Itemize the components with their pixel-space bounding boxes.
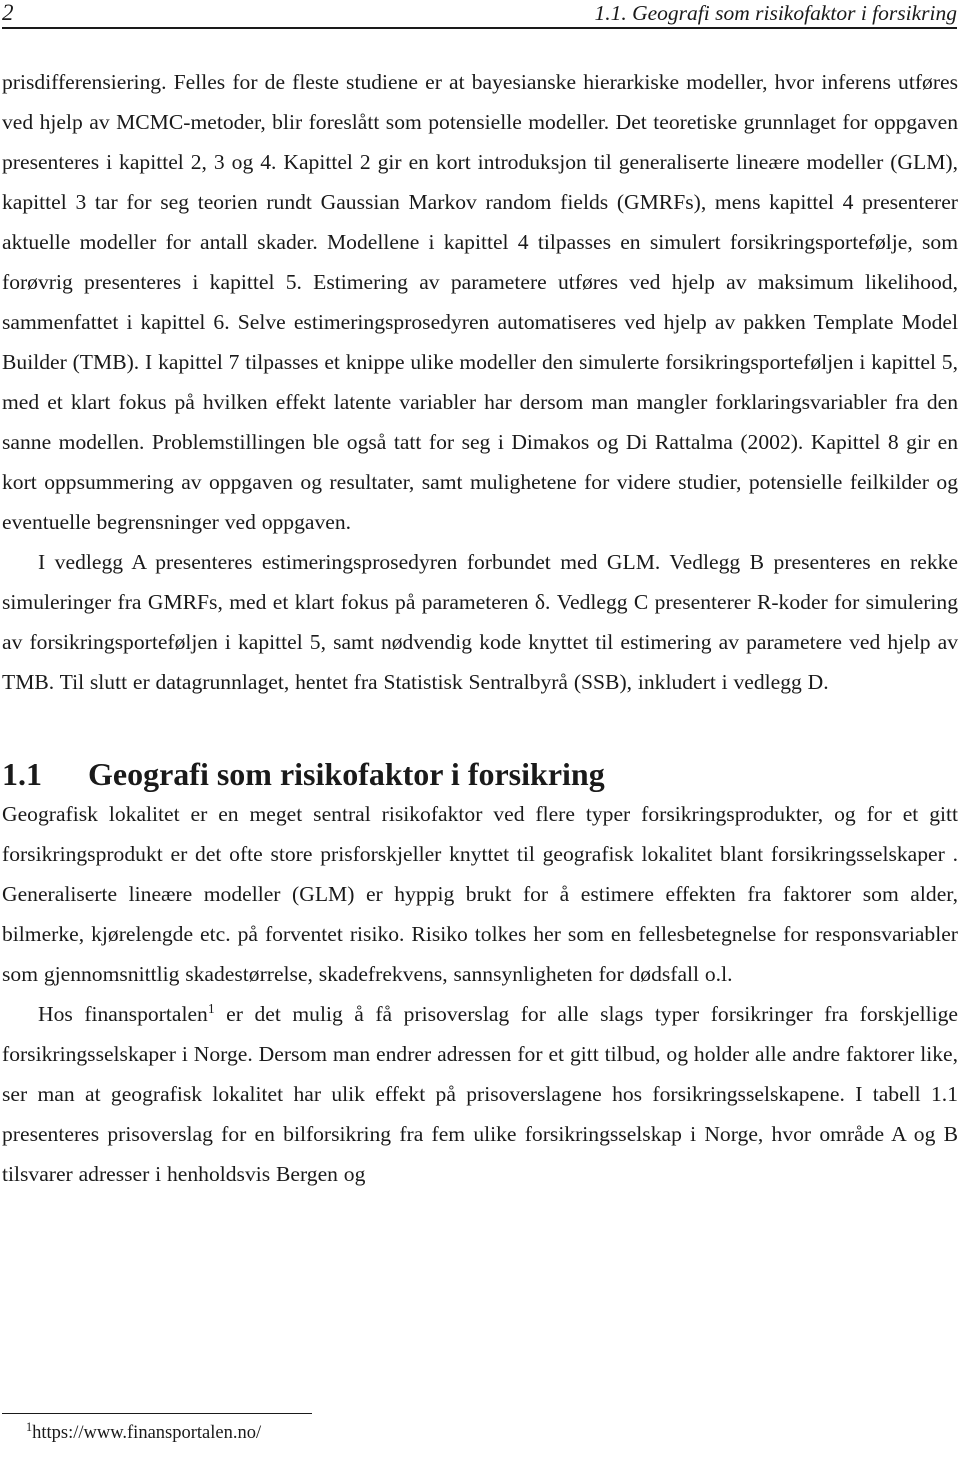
- paragraph-geography-finansportalen: Hos finansportalen1 er det mulig å få pr…: [2, 994, 958, 1194]
- section-number: 1.1: [2, 756, 42, 792]
- section-title: Geografi som risikofaktor i forsikring: [88, 756, 605, 792]
- footnote-entry: 1https://www.finansportalen.no/: [2, 1421, 958, 1445]
- footnote-marker-1[interactable]: 1: [208, 1001, 215, 1016]
- paragraph-geography-intro: Geografisk lokalitet er en meget sentral…: [2, 802, 958, 986]
- paragraph-appendices: I vedlegg A presenteres estimeringsprose…: [2, 550, 958, 694]
- paragraph-intro-continued: prisdifferensiering. Felles for de flest…: [2, 70, 958, 534]
- header-rule: [2, 27, 957, 29]
- document-page: 2 1.1. Geografi som risikofaktor i forsi…: [0, 0, 960, 1457]
- footnote-url[interactable]: https://www.finansportalen.no/: [32, 1423, 261, 1443]
- paragraph-text-before-footnote-marker: Hos finansportalen: [38, 1002, 208, 1026]
- running-header: 2 1.1. Geografi som risikofaktor i forsi…: [2, 0, 958, 36]
- page-number: 2: [2, 0, 14, 25]
- footnote-area: 1https://www.finansportalen.no/: [2, 1412, 958, 1445]
- paragraph-text-after-footnote-marker: er det mulig å få prisoverslag for alle …: [2, 1002, 958, 1186]
- running-header-title: 1.1. Geografi som risikofaktor i forsikr…: [594, 1, 957, 25]
- section-heading: 1.1 Geografi som risikofaktor i forsikri…: [2, 754, 958, 794]
- footnote-separator-rule: [2, 1412, 312, 1414]
- body-text-block: prisdifferensiering. Felles for de flest…: [2, 62, 958, 1194]
